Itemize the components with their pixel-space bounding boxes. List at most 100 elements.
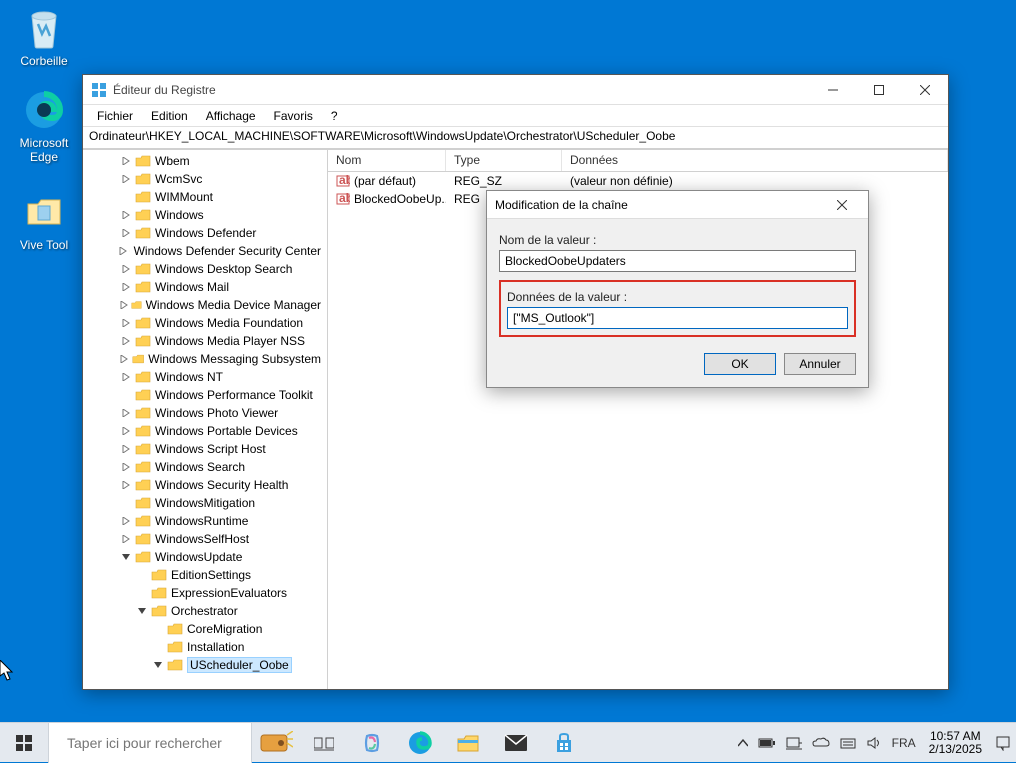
value-name-input[interactable] — [499, 250, 856, 272]
desktop-icon-vive-tool[interactable]: Vive Tool — [6, 190, 82, 252]
tree-expand-icon[interactable] — [119, 172, 133, 186]
tree-expand-icon[interactable] — [135, 568, 149, 582]
tray-notification-icon[interactable] — [990, 723, 1016, 763]
maximize-button[interactable] — [856, 75, 902, 105]
tree-item[interactable]: Wbem — [87, 152, 327, 170]
tree-expand-icon[interactable] — [135, 586, 149, 600]
tree-expand-icon[interactable] — [151, 658, 165, 672]
tree-item[interactable]: Windows Search — [87, 458, 327, 476]
tree-item[interactable]: Orchestrator — [87, 602, 327, 620]
tree-item[interactable]: Windows Mail — [87, 278, 327, 296]
tree-item[interactable]: Windows — [87, 206, 327, 224]
tree-item[interactable]: Windows Portable Devices — [87, 422, 327, 440]
taskbar-app-mail[interactable] — [492, 723, 540, 763]
tree-expand-icon[interactable] — [119, 406, 133, 420]
tree-item[interactable]: Windows Photo Viewer — [87, 404, 327, 422]
menu-edit[interactable]: Edition — [143, 107, 196, 125]
tree-item[interactable]: Installation — [87, 638, 327, 656]
task-view-button[interactable] — [300, 723, 348, 763]
tray-input-icon[interactable] — [835, 723, 861, 763]
tree-item[interactable]: Windows Security Health — [87, 476, 327, 494]
ok-button[interactable]: OK — [704, 353, 776, 375]
tray-language[interactable]: FRA — [887, 723, 921, 763]
column-type[interactable]: Type — [446, 150, 562, 171]
desktop-icon-recycle-bin[interactable]: Corbeille — [6, 6, 82, 68]
tree-expand-icon[interactable] — [119, 280, 133, 294]
tray-volume-icon[interactable] — [861, 723, 887, 763]
tray-battery-icon[interactable] — [753, 723, 781, 763]
tree-item[interactable]: Windows Performance Toolkit — [87, 386, 327, 404]
close-button[interactable] — [902, 75, 948, 105]
tree-expand-icon[interactable] — [135, 604, 149, 618]
tree-expand-icon[interactable] — [119, 316, 133, 330]
tree-item[interactable]: Windows Media Foundation — [87, 314, 327, 332]
tree-item[interactable]: Windows NT — [87, 368, 327, 386]
tree-expand-icon[interactable] — [119, 442, 133, 456]
tree-item[interactable]: Windows Desktop Search — [87, 260, 327, 278]
tree-expand-icon[interactable] — [119, 190, 133, 204]
start-button[interactable] — [0, 723, 48, 763]
value-name: (par défaut) — [354, 174, 416, 188]
menu-view[interactable]: Affichage — [198, 107, 264, 125]
taskbar-app-store[interactable] — [540, 723, 588, 763]
tree-item[interactable]: ExpressionEvaluators — [87, 584, 327, 602]
address-bar[interactable] — [89, 129, 942, 143]
tree-item[interactable]: Windows Media Player NSS — [87, 332, 327, 350]
tree-item[interactable]: WindowsRuntime — [87, 512, 327, 530]
tree-expand-icon[interactable] — [119, 370, 133, 384]
tray-clock[interactable]: 10:57 AM 2/13/2025 — [921, 730, 990, 756]
menu-favorites[interactable]: Favoris — [266, 107, 321, 125]
minimize-button[interactable] — [810, 75, 856, 105]
column-data[interactable]: Données — [562, 150, 948, 171]
taskbar-app-edge[interactable] — [396, 723, 444, 763]
tree-item[interactable]: UScheduler_Oobe — [87, 656, 327, 674]
tree-expand-icon[interactable] — [119, 262, 133, 276]
search-input[interactable] — [67, 735, 248, 751]
tree-item[interactable]: WindowsSelfHost — [87, 530, 327, 548]
taskbar-app-explorer[interactable] — [444, 723, 492, 763]
tray-onedrive-icon[interactable] — [807, 723, 835, 763]
dialog-close-button[interactable] — [824, 191, 860, 219]
desktop-icon-edge[interactable]: Microsoft Edge — [6, 88, 82, 164]
tree-expand-icon[interactable] — [119, 154, 133, 168]
tree-item[interactable]: CoreMigration — [87, 620, 327, 638]
tree-expand-icon[interactable] — [119, 244, 127, 258]
tree-expand-icon[interactable] — [119, 478, 133, 492]
tree-item[interactable]: Windows Defender Security Center — [87, 242, 327, 260]
tree-expand-icon[interactable] — [119, 334, 133, 348]
tree-item[interactable]: WIMMount — [87, 188, 327, 206]
menu-help[interactable]: ? — [323, 107, 346, 125]
tree-expand-icon[interactable] — [151, 622, 165, 636]
tree-expand-icon[interactable] — [119, 424, 133, 438]
tray-network-icon[interactable] — [781, 723, 807, 763]
cancel-button[interactable]: Annuler — [784, 353, 856, 375]
tree-expand-icon[interactable] — [119, 208, 133, 222]
tree-item[interactable]: Windows Script Host — [87, 440, 327, 458]
tree-expand-icon[interactable] — [119, 514, 133, 528]
tree-expand-icon[interactable] — [119, 388, 133, 402]
tree-expand-icon[interactable] — [119, 352, 130, 366]
tree-item[interactable]: WindowsMitigation — [87, 494, 327, 512]
tree-item[interactable]: Windows Defender — [87, 224, 327, 242]
search-box[interactable] — [48, 723, 252, 763]
taskbar-app-radio[interactable] — [252, 723, 300, 763]
menu-file[interactable]: Fichier — [89, 107, 141, 125]
value-row[interactable]: ab(par défaut)REG_SZ(valeur non définie) — [328, 172, 948, 190]
value-data-input[interactable] — [507, 307, 848, 329]
tree-item[interactable]: WcmSvc — [87, 170, 327, 188]
tree-expand-icon[interactable] — [151, 640, 165, 654]
tray-chevron-up-icon[interactable] — [733, 723, 753, 763]
tree-expand-icon[interactable] — [119, 460, 133, 474]
tree-expand-icon[interactable] — [119, 298, 129, 312]
column-name[interactable]: Nom — [328, 150, 446, 171]
tree-expand-icon[interactable] — [119, 226, 133, 240]
tree-expand-icon[interactable] — [119, 532, 133, 546]
tree-item[interactable]: WindowsUpdate — [87, 548, 327, 566]
tree-expand-icon[interactable] — [119, 550, 133, 564]
tree-pane[interactable]: WbemWcmSvcWIMMountWindowsWindows Defende… — [83, 150, 328, 689]
tree-item[interactable]: Windows Media Device Manager — [87, 296, 327, 314]
taskbar-app-copilot[interactable] — [348, 723, 396, 763]
tree-item[interactable]: EditionSettings — [87, 566, 327, 584]
tree-item[interactable]: Windows Messaging Subsystem — [87, 350, 327, 368]
tree-expand-icon[interactable] — [119, 496, 133, 510]
